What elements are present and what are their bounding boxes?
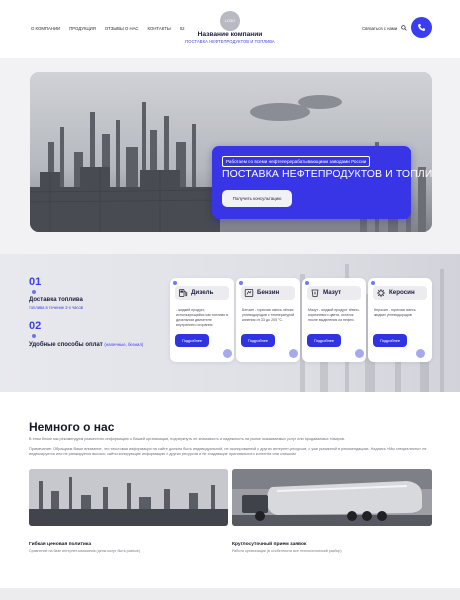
footer-strip — [0, 588, 460, 600]
feature-number: 01 — [29, 276, 42, 288]
card-corner-dot — [355, 349, 364, 358]
more-button[interactable]: Подробнее — [175, 334, 209, 347]
hero-banner: Работаем со всеми нефтеперерабатывающими… — [30, 72, 432, 232]
fuel-name: Мазут — [323, 289, 342, 296]
fuel-description: Керосин - горючая смесь жидких углеводор… — [374, 308, 416, 317]
fuel-pump-icon — [179, 289, 188, 297]
logo[interactable]: LOGO — [220, 11, 240, 31]
about-title: Немного о нас — [29, 420, 115, 434]
hero-tag: Работаем со всеми нефтеперерабатывающими… — [222, 156, 371, 167]
feature-title: Удобные способы оплат (наличные, безнал) — [29, 342, 143, 348]
feature-title: Круглосуточный прием заявок — [232, 542, 307, 547]
logo-text: LOGO — [225, 19, 235, 23]
card-dot — [239, 281, 243, 285]
refinery-photo — [29, 469, 228, 526]
card-corner-dot — [223, 349, 232, 358]
hero-card: Работаем со всеми нефтеперерабатывающими… — [212, 146, 432, 219]
more-button[interactable]: Подробнее — [373, 334, 407, 347]
nav-item-about[interactable]: О КОМПАНИИ — [31, 26, 60, 31]
fuel-name: Бензин — [257, 289, 280, 296]
feature-title: Доставка топлива — [29, 297, 83, 303]
nav-item-reviews[interactable]: ОТЗЫВЫ О НАС — [105, 26, 139, 31]
about-note: Примечание: Обращаем Ваше внимание, что … — [29, 447, 427, 457]
fuel-name: Дизель — [191, 289, 214, 296]
feature-title-text: Удобные способы оплат — [29, 342, 103, 348]
feature-subtitle: Сравнение на базе интернет-магазинов (це… — [29, 549, 141, 553]
card-corner-dot — [416, 349, 425, 358]
card-header: Дизель — [175, 286, 229, 300]
feature-dot — [32, 334, 36, 338]
about-section: Немного о нас В этом блоке мы рекомендуе… — [0, 392, 460, 588]
feature-dot — [32, 290, 36, 294]
more-button[interactable]: Подробнее — [241, 334, 275, 347]
oil-barrel-icon — [311, 289, 319, 297]
contact-link[interactable]: Связаться с нами — [362, 26, 397, 31]
feature-number: 02 — [29, 320, 42, 332]
phone-button[interactable] — [411, 17, 432, 38]
fuel-name: Керосин — [389, 289, 415, 296]
card-dot — [305, 281, 309, 285]
consult-button[interactable]: Получить консультацию — [222, 190, 292, 207]
hero-title: ПОСТАВКА НЕФТЕПРОДУКТОВ И ТОПЛИВА — [222, 168, 432, 180]
fuel-description: Мазут - жидкий продукт тёмно-коричневого… — [308, 308, 360, 322]
phone-icon — [418, 23, 426, 31]
card-header: Мазут — [307, 286, 361, 300]
feature-title: Гибкая ценовая политика — [29, 542, 92, 547]
card-header: Керосин — [373, 286, 427, 300]
tanker-truck-photo — [232, 469, 432, 526]
card-header: Бензин — [241, 286, 295, 300]
company-name: Название компании — [197, 31, 263, 38]
refinery-icon — [377, 289, 385, 297]
fuel-description: - жидкий продукт, использующийся как топ… — [176, 308, 229, 327]
card-dot — [371, 281, 375, 285]
nav-item-products[interactable]: ПРОДУКЦИЯ — [69, 26, 96, 31]
more-button[interactable]: Подробнее — [307, 334, 341, 347]
feature-subtitle: топлива в течение 2-х часов — [29, 305, 83, 310]
search-icon[interactable] — [401, 25, 407, 31]
about-paragraph: В этом блоке мы рекомендуем разместить и… — [29, 437, 345, 441]
card-dot — [173, 281, 177, 285]
card-corner-dot — [289, 349, 298, 358]
feature-subtitle: (наличные, безнал) — [104, 342, 144, 347]
gas-station-icon — [244, 289, 254, 297]
fuel-description: Бензин - горючая смесь лёгких углеводоро… — [242, 308, 295, 322]
site-header: О КОМПАНИИ ПРОДУКЦИЯ ОТЗЫВЫ О НАС КОНТАК… — [0, 0, 460, 58]
tanker-truck-image — [232, 469, 432, 526]
feature-subtitle: Работа организации (в особенности все те… — [232, 549, 342, 553]
refinery-image — [29, 469, 228, 526]
company-tagline: ПОСТАВКА НЕФТЕПРОДУКТОВ И ТОПЛИВА — [185, 39, 275, 44]
